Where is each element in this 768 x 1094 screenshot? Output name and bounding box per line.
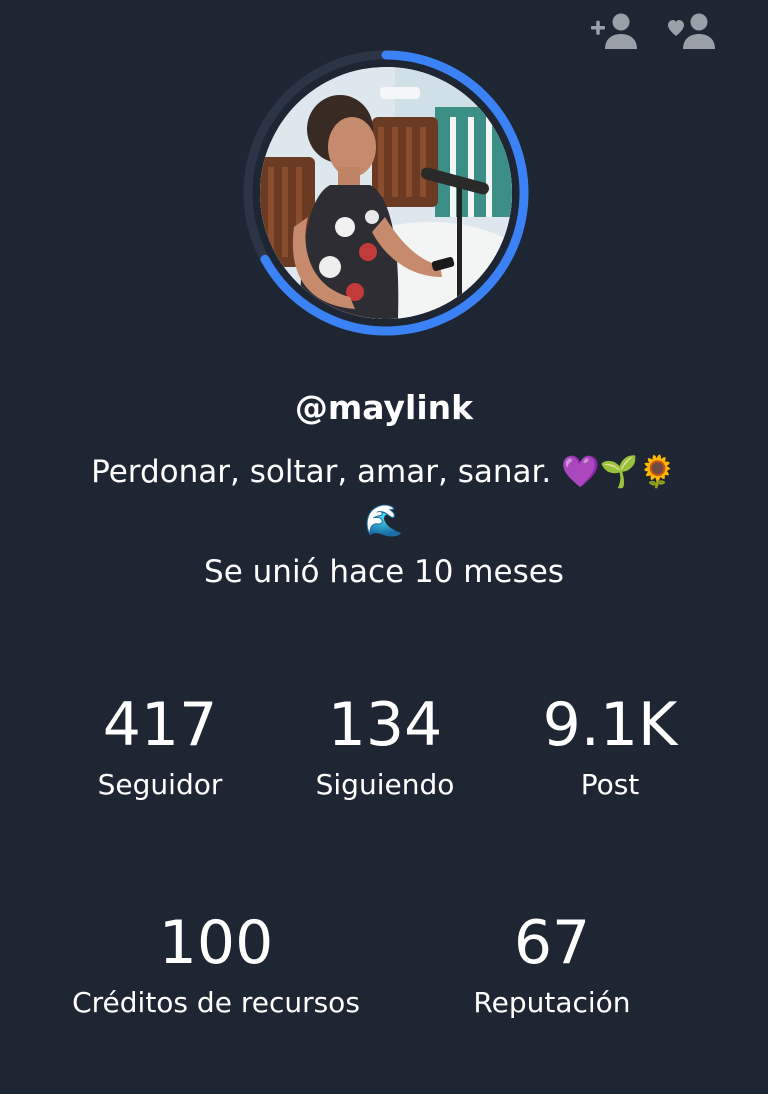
following-label: Siguiendo <box>315 768 455 801</box>
following-count: 134 <box>327 690 443 760</box>
followers-label: Seguidor <box>97 768 223 801</box>
add-user-button[interactable] <box>588 8 642 54</box>
reputation-label: Reputación <box>473 986 631 1019</box>
avatar-photo <box>260 67 512 319</box>
avatar[interactable] <box>241 48 531 338</box>
credits-value: 100 <box>158 908 274 978</box>
header-actions <box>588 8 720 54</box>
posts-label: Post <box>580 768 640 801</box>
profile-photo <box>260 67 512 319</box>
posts-count: 9.1K <box>542 690 678 760</box>
credits-label: Créditos de recursos <box>72 986 360 1019</box>
follow-heart-user-icon <box>668 13 715 49</box>
username: @maylink <box>294 388 474 427</box>
joined-date: Se unió hace 10 meses <box>204 554 564 590</box>
following-stat[interactable]: 134 Siguiendo <box>285 690 485 804</box>
followers-stat[interactable]: 417 Seguidor <box>60 690 260 804</box>
follow-button[interactable] <box>666 8 720 54</box>
posts-stat[interactable]: 9.1K Post <box>510 690 710 804</box>
followers-count: 417 <box>102 690 218 760</box>
credits-stat[interactable]: 100 Créditos de recursos <box>56 908 376 1022</box>
add-user-icon <box>591 13 637 49</box>
bio: Perdonar, soltar, amar, sanar. 💜🌱🌻🌊 <box>91 454 677 539</box>
reputation-stat[interactable]: 67 Reputación <box>452 908 652 1022</box>
reputation-value: 67 <box>513 908 591 978</box>
